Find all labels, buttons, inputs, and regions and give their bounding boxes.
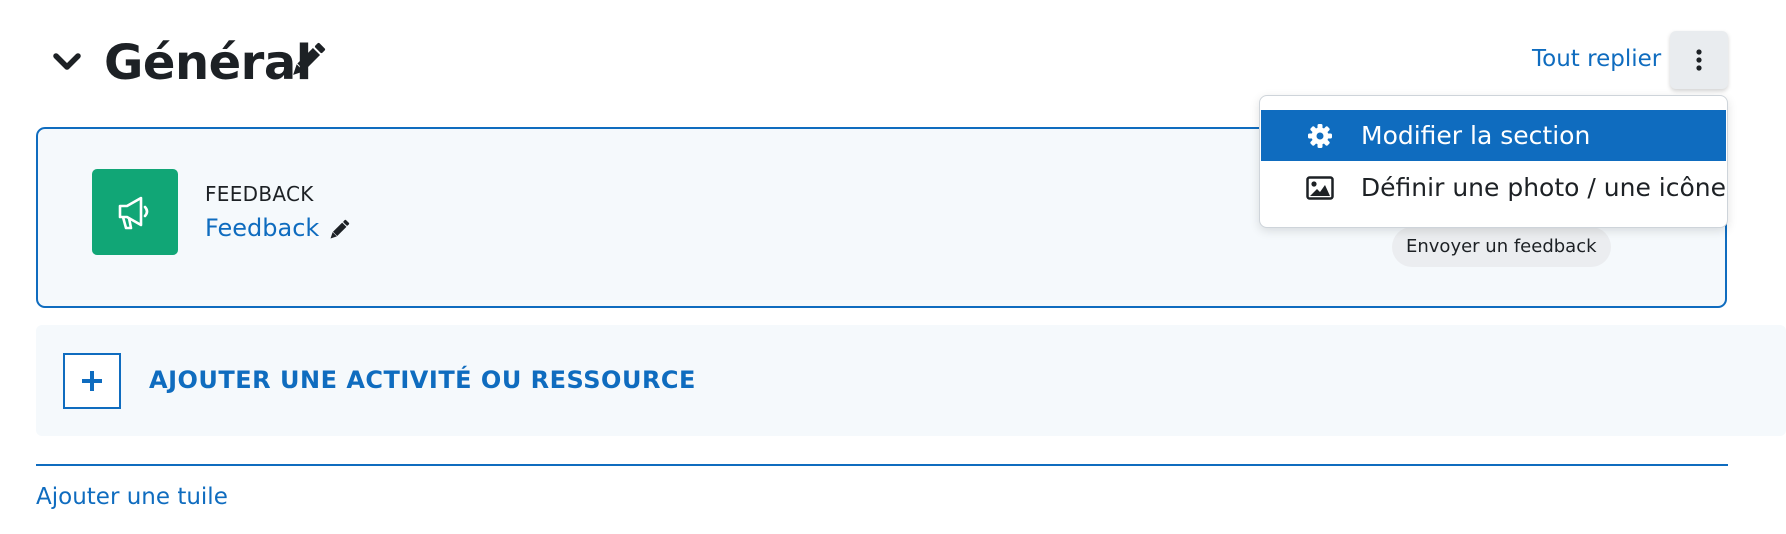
add-tile-link[interactable]: Ajouter une tuile [36,484,228,510]
chevron-down-icon[interactable] [52,50,82,76]
gear-icon [1303,119,1337,153]
activity-type-label: FEEDBACK [205,182,314,206]
plus-icon[interactable] [63,353,121,409]
section-actions-menu-button[interactable] [1670,31,1728,89]
activity-icon [92,169,178,255]
pencil-icon[interactable] [286,38,330,82]
menu-item-edit-section[interactable]: Modifier la section [1261,110,1726,161]
megaphone-icon [118,196,149,230]
add-activity-label[interactable]: AJOUTER UNE ACTIVITÉ OU RESSOURCE [149,366,696,394]
send-feedback-badge[interactable]: Envoyer un feedback [1392,227,1611,267]
pencil-icon[interactable] [326,217,352,243]
divider [36,464,1728,466]
activity-name-link[interactable]: Feedback [205,214,319,242]
menu-item-label: Modifier la section [1361,121,1591,150]
section-title: Général [104,35,312,91]
kebab-icon [1696,49,1702,71]
menu-item-label: Définir une photo / une icône [1360,173,1726,202]
image-icon [1303,171,1337,205]
collapse-all-link[interactable]: Tout replier [1532,46,1661,72]
menu-item-set-photo-icon[interactable]: Définir une photo / une icône [1261,162,1726,213]
